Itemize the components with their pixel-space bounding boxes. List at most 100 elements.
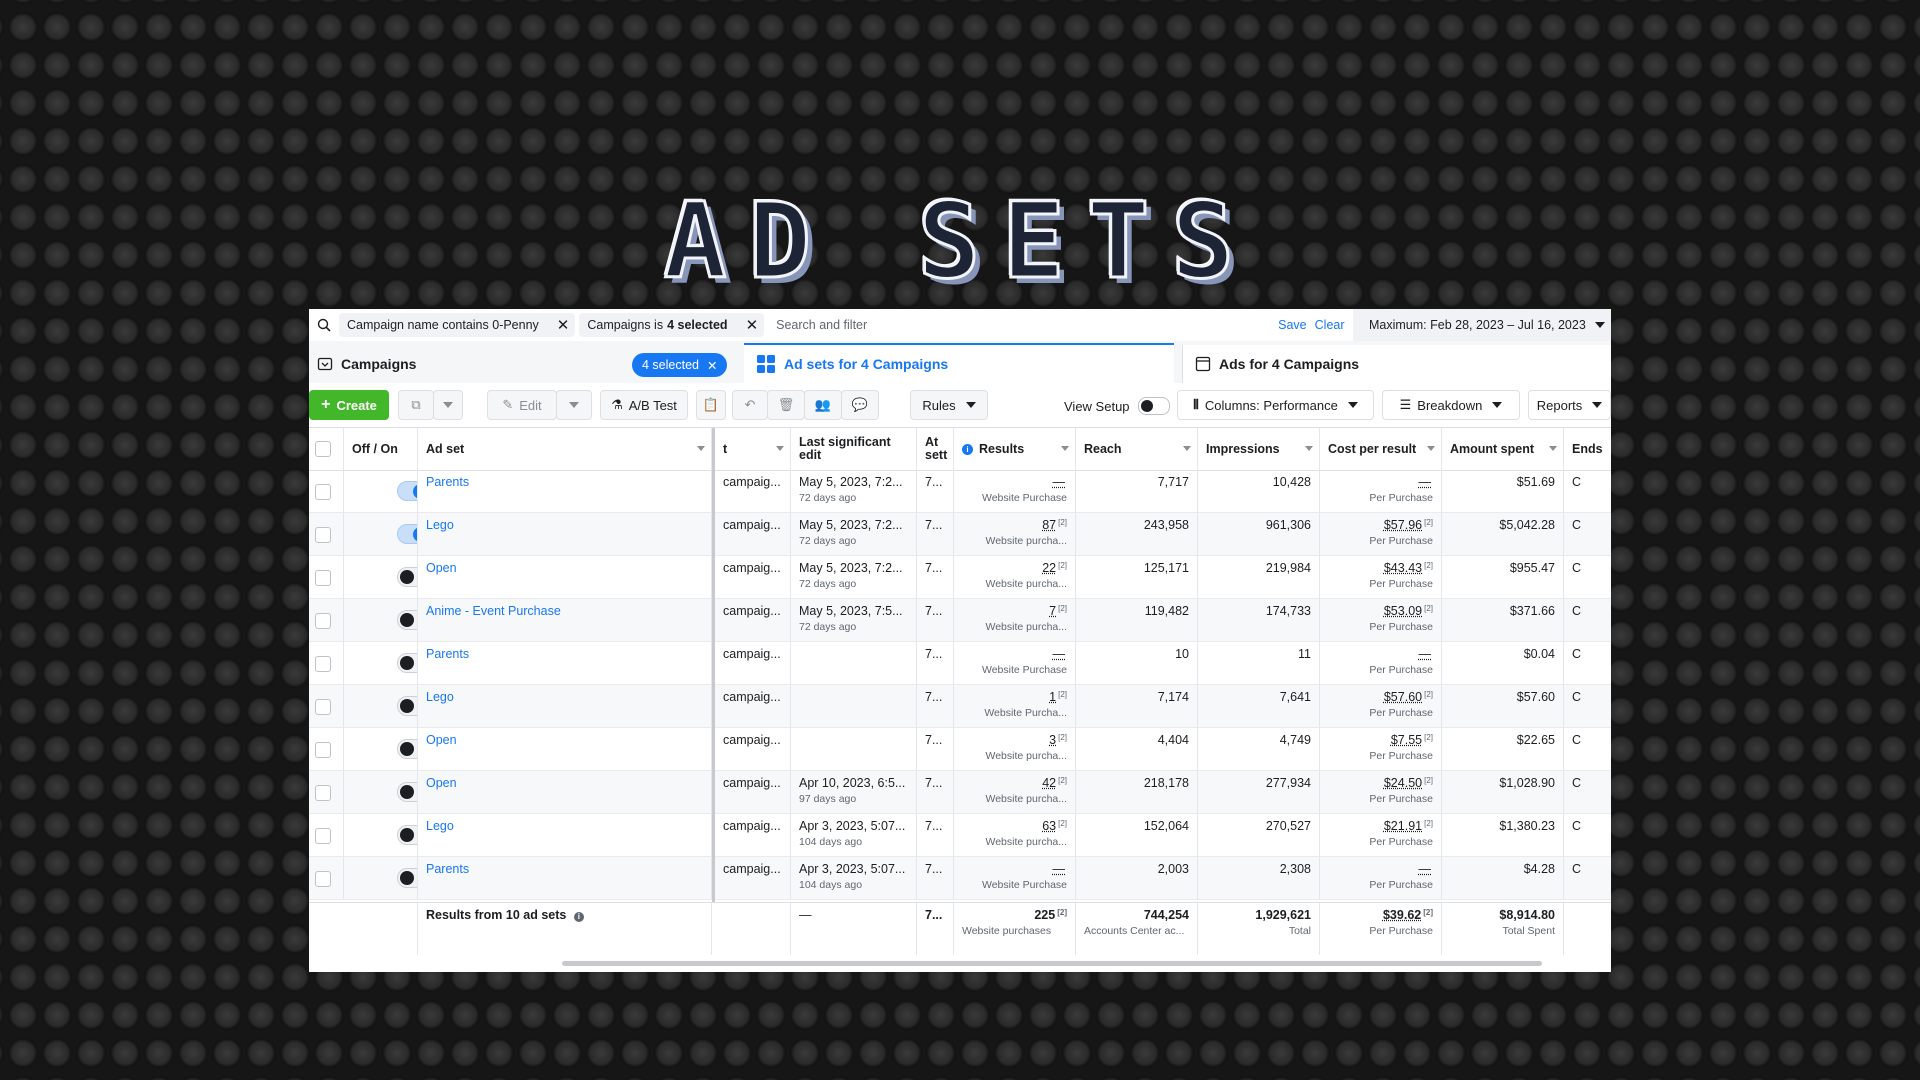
- filter-chip-campaigns[interactable]: Campaigns is 4 selected ✕: [579, 313, 765, 337]
- row-checkbox[interactable]: [315, 785, 331, 801]
- columns-label: Columns: Performance: [1204, 397, 1338, 413]
- adset-toggle[interactable]: [397, 868, 417, 888]
- table-row[interactable]: Open campaig... May 5, 2023, 7:2... 72 days…: [309, 556, 1611, 599]
- adset-toggle[interactable]: [397, 782, 417, 802]
- save-filter-link[interactable]: Save: [1278, 318, 1307, 332]
- adset-toggle[interactable]: [397, 610, 417, 630]
- impressions-cell: 174,733: [1198, 599, 1320, 641]
- edit-dropdown-button[interactable]: [556, 390, 592, 420]
- create-button[interactable]: + Create: [309, 390, 389, 420]
- info-icon[interactable]: i: [573, 912, 584, 922]
- adset-toggle[interactable]: [397, 739, 417, 759]
- adset-name-link[interactable]: Lego: [426, 690, 454, 704]
- comment-button[interactable]: 💬: [841, 390, 879, 420]
- table-row[interactable]: Open campaig... Apr 10, 2023, 6:5... 97 day…: [309, 771, 1611, 814]
- adset-toggle[interactable]: [397, 481, 417, 501]
- tab-adsets[interactable]: Ad sets for 4 Campaigns: [744, 343, 1174, 383]
- table-row[interactable]: Lego campaig... May 5, 2023, 7:2... 72 days…: [309, 513, 1611, 556]
- undo-button[interactable]: ↶: [732, 390, 768, 420]
- row-checkbox[interactable]: [315, 613, 331, 629]
- col-impressions-label: Impressions: [1206, 441, 1280, 456]
- row-checkbox[interactable]: [315, 656, 331, 672]
- col-results[interactable]: i Results: [954, 428, 1076, 470]
- breakdown-button[interactable]: ☰ Breakdown: [1382, 390, 1520, 420]
- table-row[interactable]: Parents campaig... 7... — Website Purchase 10…: [309, 642, 1611, 685]
- adset-name-link[interactable]: Open: [426, 776, 457, 790]
- filter-chip-campaign-name[interactable]: Campaign name contains 0-Penny ✕: [339, 313, 576, 337]
- reports-button[interactable]: Reports: [1528, 390, 1611, 420]
- close-icon[interactable]: ✕: [746, 316, 759, 334]
- table-header: Off / On Ad set t Last significant edit …: [309, 428, 1611, 471]
- row-checkbox[interactable]: [315, 484, 331, 500]
- col-reach[interactable]: Reach: [1076, 428, 1198, 470]
- view-setup-toggle[interactable]: [1137, 397, 1170, 415]
- view-setup[interactable]: View Setup: [1064, 397, 1170, 415]
- adset-toggle[interactable]: [397, 653, 417, 673]
- table-row[interactable]: Parents campaig... May 5, 2023, 7:2... 72 d…: [309, 470, 1611, 513]
- campaign-cell: campaig...: [715, 556, 791, 598]
- col-ends[interactable]: Ends: [1564, 428, 1611, 470]
- clipboard-button[interactable]: 📋: [696, 390, 726, 420]
- columns-button[interactable]: ⦀ Columns: Performance: [1177, 390, 1374, 420]
- row-checkbox[interactable]: [315, 828, 331, 844]
- select-all-checkbox[interactable]: [315, 441, 331, 457]
- adset-name-link[interactable]: Lego: [426, 518, 454, 532]
- amount-cell: $1,028.90: [1442, 771, 1564, 813]
- clear-filter-link[interactable]: Clear: [1315, 318, 1345, 332]
- table-row[interactable]: Open campaig... 7... 3 [2] Website purcha... 4…: [309, 728, 1611, 771]
- tab-campaigns[interactable]: Campaigns 4 selected ✕: [309, 345, 742, 383]
- row-checkbox[interactable]: [315, 871, 331, 887]
- last-edit-cell: May 5, 2023, 7:2... 72 days ago: [791, 470, 917, 512]
- tab-ads[interactable]: Ads for 4 Campaigns: [1182, 345, 1611, 383]
- last-edit-ago: 104 days ago: [799, 836, 863, 848]
- tab-label: Ads for 4 Campaigns: [1219, 356, 1360, 372]
- row-checkbox[interactable]: [315, 570, 331, 586]
- rules-button[interactable]: Rules: [910, 390, 988, 420]
- adset-name-link[interactable]: Parents: [426, 475, 469, 489]
- col-adset[interactable]: Ad set: [418, 428, 712, 470]
- col-cost-per-result[interactable]: Cost per result: [1320, 428, 1442, 470]
- table-row[interactable]: Lego campaig... Apr 3, 2023, 5:07... 104 da…: [309, 814, 1611, 857]
- col-last-edit[interactable]: Last significant edit: [791, 428, 917, 470]
- delete-button[interactable]: 🗑: [767, 390, 805, 420]
- close-icon[interactable]: ✕: [557, 316, 570, 334]
- adset-name-link[interactable]: Lego: [426, 819, 454, 833]
- adset-toggle[interactable]: [397, 825, 417, 845]
- audience-button[interactable]: 👥: [804, 390, 842, 420]
- table-row[interactable]: Anime - Event Purchase campaig... May 5, 2…: [309, 599, 1611, 642]
- row-checkbox[interactable]: [315, 527, 331, 543]
- ab-test-button[interactable]: ⚗ A/B Test: [600, 390, 688, 420]
- adset-name-link[interactable]: Parents: [426, 862, 469, 876]
- duplicate-button[interactable]: ⧉: [398, 390, 434, 420]
- adset-name-link[interactable]: Anime - Event Purchase: [426, 604, 561, 618]
- duplicate-dropdown-button[interactable]: [433, 390, 463, 420]
- col-campaign[interactable]: t: [715, 428, 791, 470]
- col-attribution[interactable]: At sett: [917, 428, 954, 470]
- table-row[interactable]: Lego campaig... 7... 1 [2] Website Purcha... 7…: [309, 685, 1611, 728]
- adset-name-link[interactable]: Open: [426, 733, 457, 747]
- table-row[interactable]: Parents campaig... Apr 3, 2023, 5:07... 104…: [309, 857, 1611, 900]
- breakdown-icon: ☰: [1399, 397, 1412, 412]
- search-input[interactable]: [774, 317, 1279, 333]
- adset-name-link[interactable]: Parents: [426, 647, 469, 661]
- edit-button[interactable]: ✎ Edit: [487, 390, 557, 420]
- adset-toggle[interactable]: [397, 524, 417, 544]
- close-icon[interactable]: ✕: [707, 358, 717, 373]
- results-cell: — Website Purchase: [954, 857, 1076, 899]
- date-range-picker[interactable]: Maximum: Feb 28, 2023 – Jul 16, 2023: [1353, 309, 1611, 341]
- adset-name-link[interactable]: Open: [426, 561, 457, 575]
- campaign-cell: campaig...: [715, 771, 791, 813]
- results-value: 63: [1042, 819, 1057, 833]
- col-amount-spent[interactable]: Amount spent: [1442, 428, 1564, 470]
- toggle-knob: [400, 570, 414, 584]
- row-checkbox[interactable]: [315, 742, 331, 758]
- folder-icon: [317, 356, 333, 372]
- horizontal-scrollbar[interactable]: [562, 961, 1542, 966]
- col-impressions[interactable]: Impressions: [1198, 428, 1320, 470]
- adset-toggle[interactable]: [397, 696, 417, 716]
- selected-badge[interactable]: 4 selected ✕: [632, 353, 728, 377]
- adset-toggle[interactable]: [397, 567, 417, 587]
- cost-type: Per Purchase: [1369, 535, 1433, 547]
- sort-icon: [1183, 446, 1191, 451]
- row-checkbox[interactable]: [315, 699, 331, 715]
